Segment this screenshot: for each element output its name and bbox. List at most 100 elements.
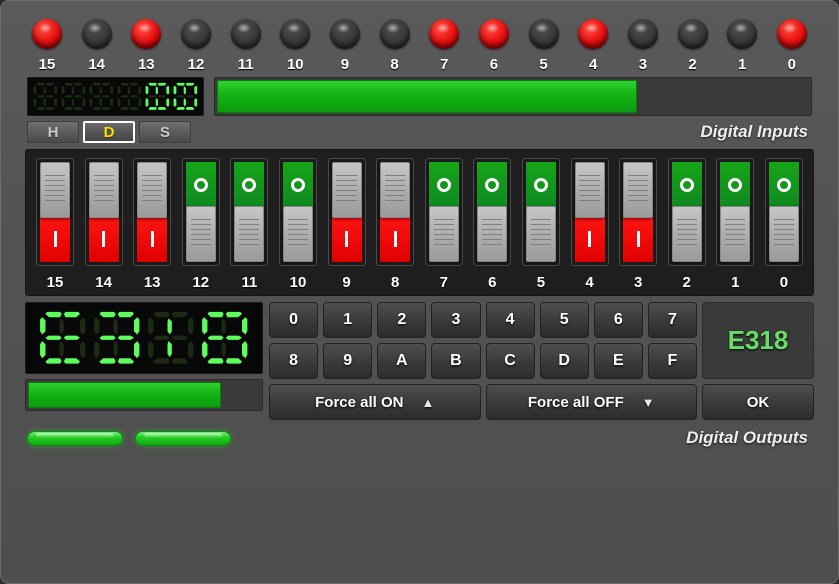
- led-label: 9: [340, 56, 350, 73]
- output-switch-1[interactable]: [716, 158, 755, 266]
- switch-lever[interactable]: [428, 206, 459, 262]
- key-D[interactable]: D: [539, 343, 589, 379]
- key-B[interactable]: B: [431, 343, 481, 379]
- action-row: Force all ON ▲ Force all OFF ▼ OK: [269, 384, 814, 420]
- key-5[interactable]: 5: [539, 302, 589, 338]
- switch-cell: 10: [275, 158, 321, 291]
- input-led-2: [677, 19, 708, 49]
- segment-digit: [147, 310, 195, 366]
- output-switch-6[interactable]: [473, 158, 512, 266]
- led-cell: 6: [474, 19, 514, 73]
- key-2[interactable]: 2: [377, 302, 427, 338]
- key-1[interactable]: 1: [323, 302, 373, 338]
- input-bargraph: [214, 77, 812, 116]
- output-switch-0[interactable]: [764, 158, 803, 266]
- key-4[interactable]: 4: [485, 302, 535, 338]
- led-cell: 2: [673, 19, 713, 73]
- key-3[interactable]: 3: [431, 302, 481, 338]
- keypad-row-1: 01234567: [269, 302, 697, 338]
- switch-state-off: [234, 162, 265, 208]
- switch-lever[interactable]: [331, 162, 362, 218]
- key-F[interactable]: F: [647, 343, 697, 379]
- footer: Digital Outputs: [13, 420, 826, 448]
- force-all-on-label: Force all ON: [315, 393, 404, 411]
- output-switch-5[interactable]: [521, 158, 560, 266]
- bar-icon: [393, 231, 397, 247]
- switch-state-on: [331, 216, 362, 262]
- output-switch-14[interactable]: [84, 158, 123, 266]
- switch-lever[interactable]: [623, 162, 654, 218]
- led-cell: 12: [176, 19, 216, 73]
- switch-lever[interactable]: [185, 206, 216, 262]
- switch-cell: 12: [178, 158, 224, 291]
- bar-icon: [102, 231, 106, 247]
- switch-cell: 14: [81, 158, 127, 291]
- led-cell: 4: [573, 19, 613, 73]
- output-switch-9[interactable]: [327, 158, 366, 266]
- switch-cell: 8: [372, 158, 418, 291]
- force-all-off-button[interactable]: Force all OFF ▼: [485, 384, 697, 420]
- key-A[interactable]: A: [377, 343, 427, 379]
- switch-label: 13: [143, 274, 161, 291]
- key-9[interactable]: 9: [323, 343, 373, 379]
- switch-label: 0: [779, 274, 789, 291]
- switch-lever[interactable]: [40, 162, 70, 218]
- switch-state-on: [623, 216, 654, 262]
- output-switch-15[interactable]: [36, 158, 74, 266]
- switch-lever[interactable]: [574, 162, 605, 218]
- output-switch-10[interactable]: [278, 158, 317, 266]
- led-cell: 8: [375, 19, 415, 73]
- output-console: 01234567 89ABCDEF E318 Force all ON ▲ Fo…: [25, 302, 814, 420]
- key-E[interactable]: E: [593, 343, 643, 379]
- output-switch-4[interactable]: [570, 158, 609, 266]
- key-0[interactable]: 0: [269, 302, 319, 338]
- switch-slot: [282, 162, 313, 262]
- switch-lever[interactable]: [234, 206, 265, 262]
- input-led-1: [727, 19, 758, 49]
- switch-lever[interactable]: [380, 162, 411, 218]
- led-label: 1: [738, 56, 747, 73]
- key-C[interactable]: C: [485, 343, 535, 379]
- force-all-on-button[interactable]: Force all ON ▲: [269, 384, 481, 420]
- switch-lever[interactable]: [282, 206, 313, 262]
- led-label: 0: [787, 56, 797, 73]
- output-switch-11[interactable]: [230, 158, 269, 266]
- switch-cell: 9: [324, 158, 370, 291]
- switch-slot: [234, 162, 265, 262]
- switch-lever[interactable]: [671, 206, 702, 262]
- mode-button-h[interactable]: H: [27, 121, 79, 143]
- led-label: 8: [390, 56, 399, 73]
- switch-state-off: [185, 162, 216, 208]
- switch-lever[interactable]: [88, 162, 119, 218]
- ok-button[interactable]: OK: [702, 384, 814, 420]
- key-8[interactable]: 8: [269, 343, 319, 379]
- mode-button-s[interactable]: S: [139, 121, 191, 143]
- switch-state-off: [477, 162, 508, 208]
- switch-lever[interactable]: [525, 206, 556, 262]
- output-switch-12[interactable]: [181, 158, 220, 266]
- segment-digit: [117, 82, 142, 111]
- output-switch-8[interactable]: [376, 158, 415, 266]
- switch-state-off: [282, 162, 313, 208]
- led-label: 14: [88, 56, 105, 73]
- output-switch-3[interactable]: [619, 158, 658, 266]
- key-7[interactable]: 7: [647, 302, 697, 338]
- mode-button-d[interactable]: D: [83, 121, 135, 143]
- output-switch-7[interactable]: [424, 158, 463, 266]
- output-switch-13[interactable]: [133, 158, 172, 266]
- led-label: 7: [440, 56, 449, 73]
- segment-digit: [145, 82, 170, 111]
- switch-lever[interactable]: [768, 206, 799, 262]
- switch-lever[interactable]: [477, 206, 508, 262]
- switch-label: 7: [439, 274, 448, 291]
- segment-digit: [61, 82, 86, 111]
- switch-lever[interactable]: [720, 206, 751, 262]
- led-cell: 5: [524, 19, 564, 73]
- key-6[interactable]: 6: [593, 302, 643, 338]
- circle-icon: [776, 178, 791, 192]
- switch-label: 3: [633, 274, 643, 291]
- switch-lever[interactable]: [137, 162, 168, 218]
- led-cell: 11: [226, 19, 266, 73]
- switch-slot: [331, 162, 362, 262]
- output-switch-2[interactable]: [667, 158, 706, 266]
